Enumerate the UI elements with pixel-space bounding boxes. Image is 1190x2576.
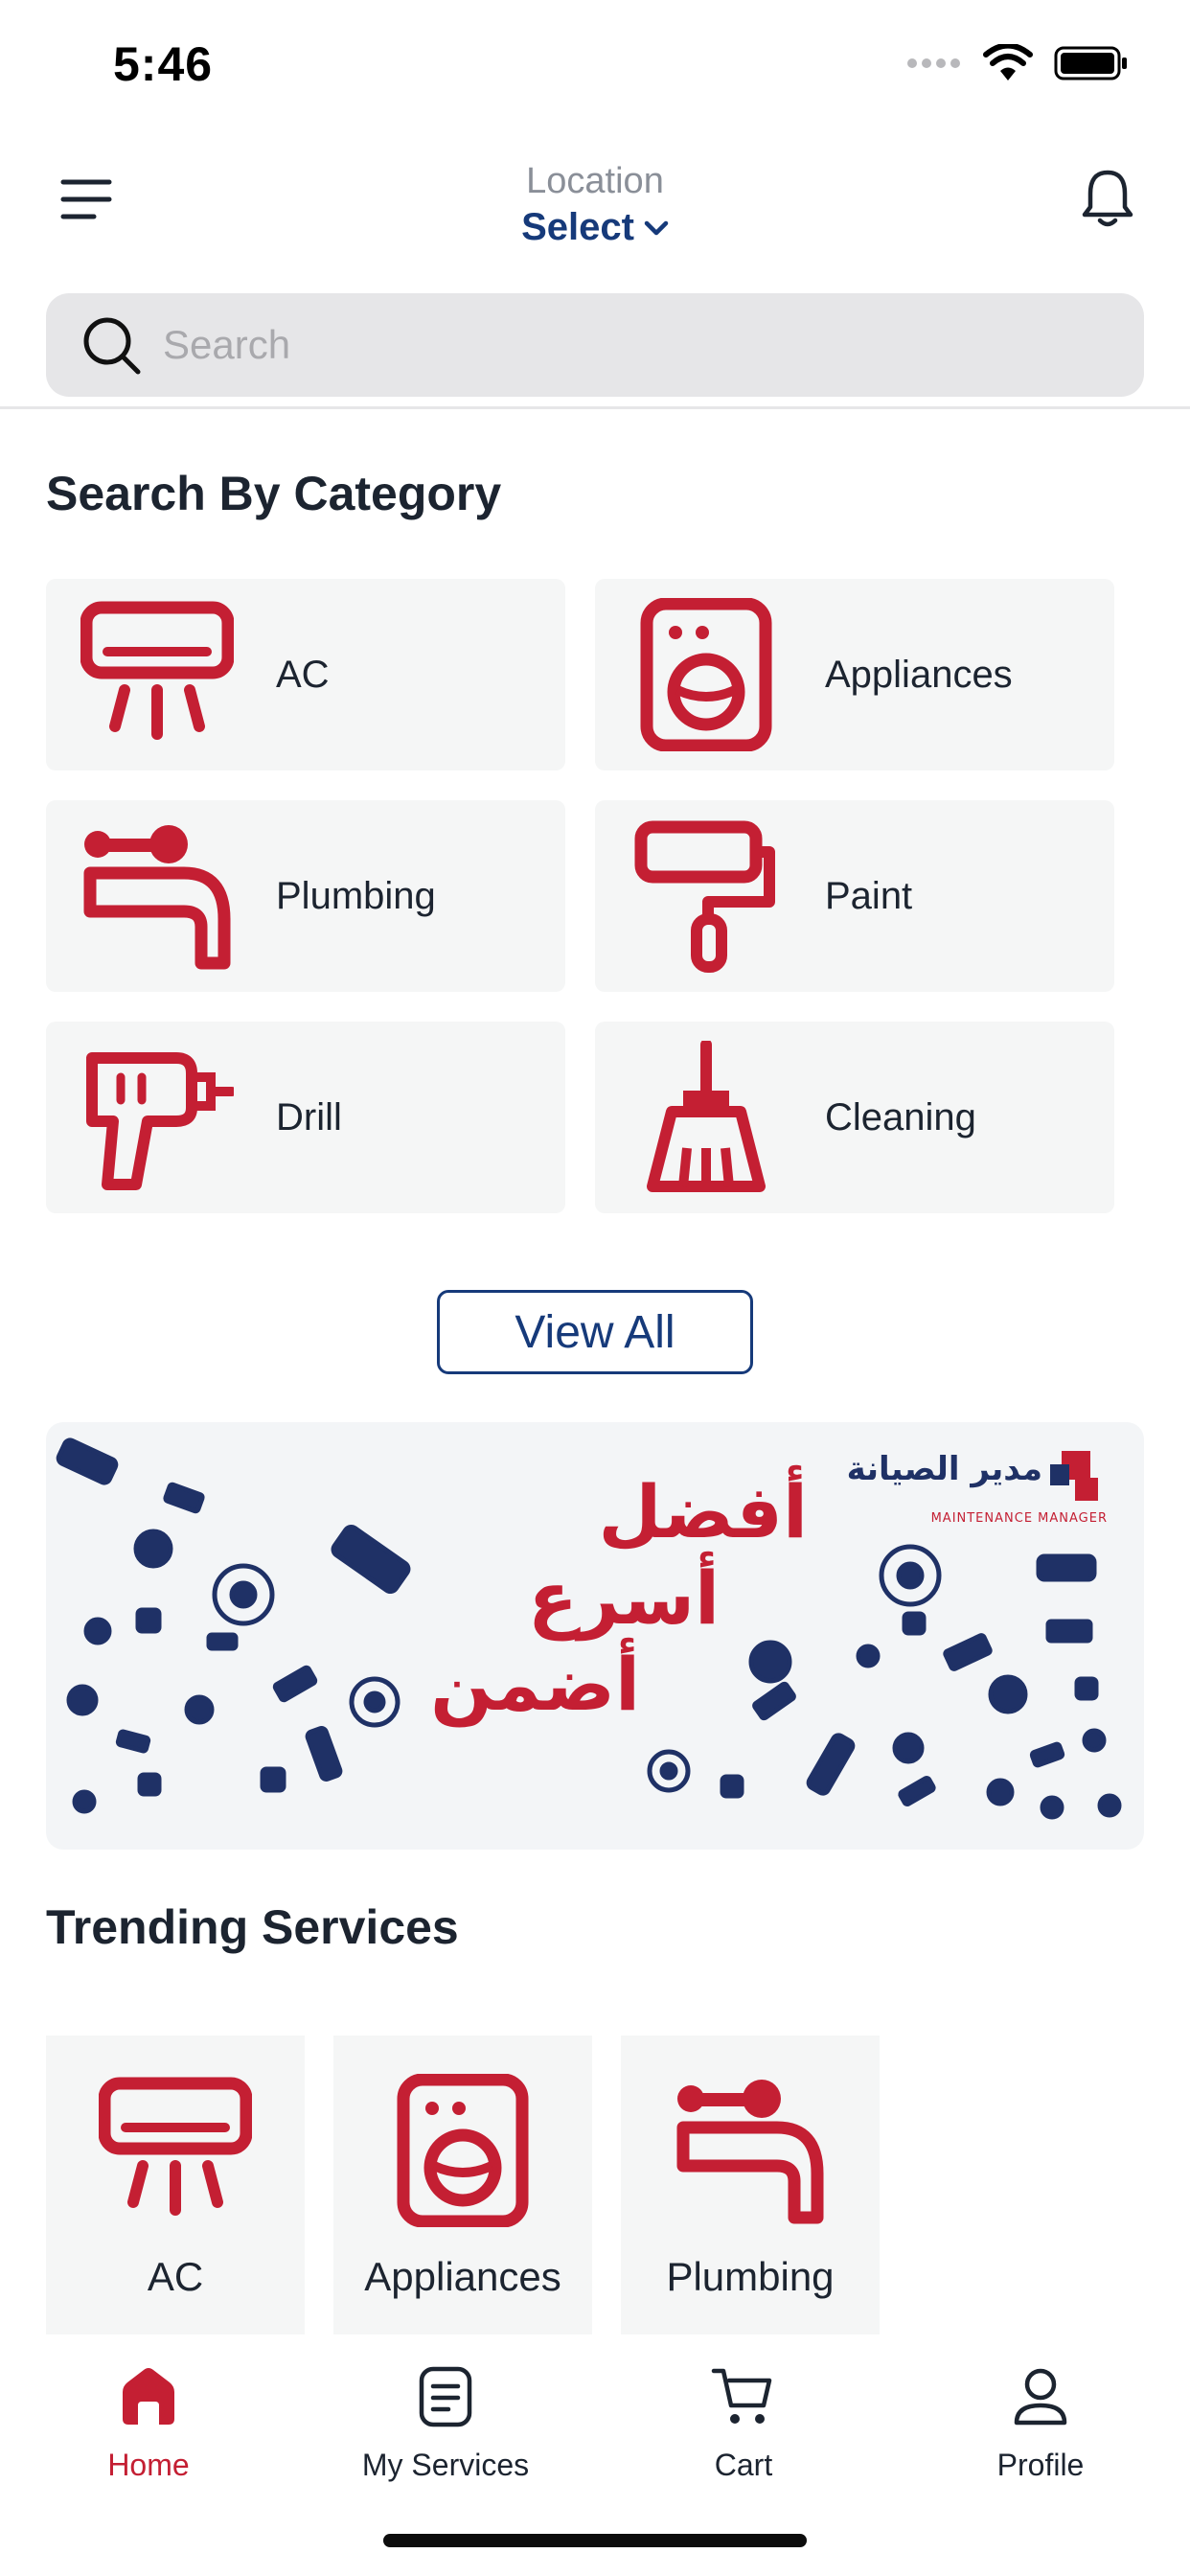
document-icon	[419, 2366, 472, 2427]
status-bar: 5:46	[0, 0, 1190, 134]
washing-machine-icon	[386, 2074, 539, 2227]
search-bar[interactable]	[46, 293, 1144, 397]
trending-label: Appliances	[364, 2254, 561, 2299]
trending-label: Plumbing	[666, 2254, 835, 2299]
tab-label: Profile	[996, 2448, 1085, 2482]
view-all-button[interactable]: View All	[437, 1290, 753, 1374]
category-card-plumbing[interactable]: Plumbing	[46, 800, 565, 992]
tab-label: My Services	[361, 2448, 530, 2482]
ac-unit-icon	[80, 598, 234, 751]
category-label: AC	[276, 653, 330, 696]
cart-icon	[711, 2368, 772, 2424]
trending-label: AC	[147, 2254, 204, 2299]
tab-label: Home	[107, 2448, 190, 2482]
battery-icon	[1054, 46, 1127, 80]
location-picker[interactable]: Location Select	[0, 161, 1190, 249]
trending-card-plumbing[interactable]: Plumbing	[621, 2036, 880, 2342]
faucet-icon	[80, 819, 234, 973]
drill-icon	[80, 1041, 234, 1194]
banner-line-1: أفضل	[598, 1464, 808, 1554]
search-input[interactable]	[163, 322, 1025, 368]
banner-line-3: أضمن	[430, 1637, 640, 1728]
promo-banner[interactable]: مدير الصيانة MAINTENANCE MANAGER أفضل أس…	[46, 1422, 1144, 1850]
tab-home[interactable]: Home	[43, 2363, 254, 2483]
chevron-down-icon	[644, 220, 669, 235]
paint-roller-icon	[629, 819, 783, 973]
home-indicator	[383, 2534, 807, 2547]
tab-my-services[interactable]: My Services	[340, 2363, 551, 2483]
location-label: Location	[526, 161, 664, 201]
status-time: 5:46	[113, 37, 214, 91]
faucet-icon	[674, 2074, 827, 2227]
category-label: Drill	[276, 1095, 342, 1138]
ac-unit-icon	[99, 2074, 252, 2227]
bell-icon[interactable]	[1081, 167, 1134, 230]
tab-profile[interactable]: Profile	[935, 2363, 1146, 2483]
location-value: Select	[521, 206, 634, 248]
category-card-ac[interactable]: AC	[46, 579, 565, 770]
category-card-cleaning[interactable]: Cleaning	[595, 1022, 1114, 1213]
category-card-drill[interactable]: Drill	[46, 1022, 565, 1213]
search-icon	[83, 317, 141, 375]
top-header: Location Select	[0, 144, 1190, 268]
category-label: Paint	[825, 874, 913, 917]
trending-card-appliances[interactable]: Appliances	[333, 2036, 592, 2342]
brand-logo-text-en: MAINTENANCE MANAGER	[931, 1511, 1108, 1526]
signal-icon	[907, 58, 960, 68]
category-card-paint[interactable]: Paint	[595, 800, 1114, 992]
category-section-title: Search By Category	[46, 467, 502, 520]
location-select[interactable]: Select	[521, 206, 669, 249]
category-label: Cleaning	[825, 1095, 976, 1138]
status-icons	[906, 44, 1129, 82]
brand-logo-text-ar: مدير الصيانة	[847, 1450, 1042, 1488]
banner-line-2: أسرع	[528, 1551, 720, 1642]
home-icon	[123, 2368, 174, 2425]
category-card-appliances[interactable]: Appliances	[595, 579, 1114, 770]
tab-label: Cart	[714, 2448, 773, 2482]
trending-section-title: Trending Services	[46, 1900, 459, 1954]
tab-cart[interactable]: Cart	[638, 2363, 849, 2483]
category-label: Plumbing	[276, 874, 436, 917]
broom-icon	[629, 1041, 783, 1194]
brand-logo	[1050, 1451, 1098, 1501]
header-divider	[0, 406, 1190, 409]
wifi-icon	[983, 44, 1033, 80]
user-icon	[1014, 2368, 1067, 2426]
banner-artwork: مدير الصيانة MAINTENANCE MANAGER أفضل أس…	[56, 1438, 1122, 1820]
washing-machine-icon	[629, 598, 783, 751]
trending-card-ac[interactable]: AC	[46, 2036, 305, 2342]
category-label: Appliances	[825, 653, 1013, 696]
